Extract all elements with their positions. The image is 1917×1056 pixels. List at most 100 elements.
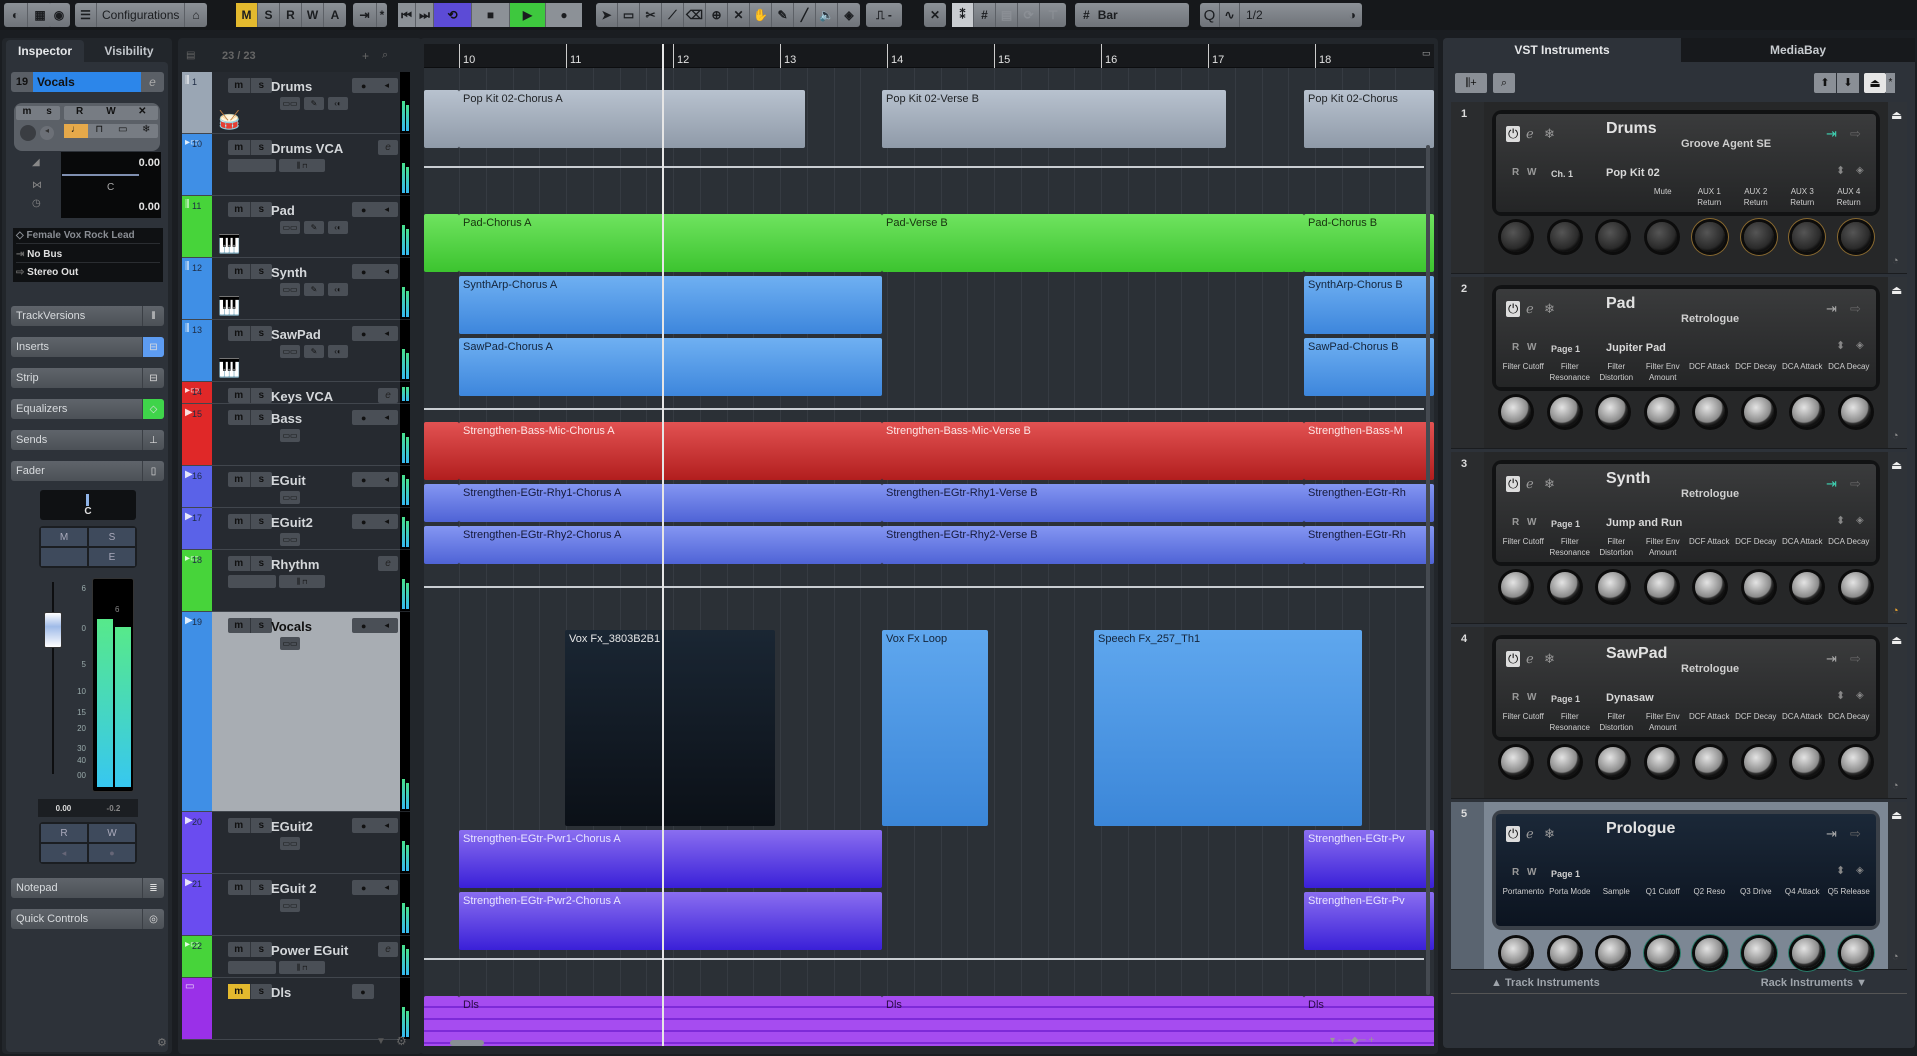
tab-visibility[interactable]: Visibility xyxy=(90,40,168,62)
fader-monitor-icon[interactable]: ◂ xyxy=(41,844,87,862)
track-name[interactable]: Bass xyxy=(271,411,302,426)
folder-part[interactable] xyxy=(424,996,459,1046)
parameter-knob[interactable] xyxy=(1792,747,1823,777)
parameter-knob[interactable] xyxy=(1549,397,1580,427)
edit-instrument-icon[interactable]: ✎ xyxy=(304,283,324,296)
lanes-icon[interactable]: ▭▭ xyxy=(280,345,300,358)
solo-button[interactable]: s xyxy=(251,410,273,425)
record-enable-button[interactable]: ● xyxy=(361,821,366,831)
vca-lock-icon[interactable]: ⫼ ⊓ xyxy=(279,575,325,588)
automation-type-dropdown[interactable]: ⎍ - xyxy=(866,3,902,27)
search-icon[interactable]: ⌕ xyxy=(382,49,388,62)
audio-event[interactable]: Strengthen-EGtr-Pwr2-Chorus A xyxy=(459,892,882,950)
preset-name[interactable]: Jupiter Pad xyxy=(1606,342,1666,354)
quick-controls-focus-icon[interactable]: ◔ xyxy=(1892,605,1899,617)
parameter-knob[interactable] xyxy=(1695,397,1726,427)
monitor-button[interactable]: ◂ xyxy=(384,328,389,339)
audio-event[interactable]: Strengthen-EGtr-Pv xyxy=(1304,892,1434,950)
track-name[interactable]: EGuit xyxy=(271,473,306,488)
monitor-button[interactable]: ◂ xyxy=(384,620,389,631)
parameter-knob[interactable] xyxy=(1743,747,1774,777)
midi-input-icon[interactable]: ⇥ xyxy=(1826,651,1837,667)
parameter-knob[interactable] xyxy=(1549,572,1580,602)
midi-part[interactable]: Pad-Chorus B xyxy=(1304,214,1434,272)
midi-part[interactable]: SawPad-Chorus B xyxy=(1304,338,1434,396)
bypass-icon[interactable]: ✕ xyxy=(127,106,158,120)
cursor-snap-icon[interactable]: ⊤ xyxy=(1040,3,1066,27)
pan-value[interactable]: C xyxy=(107,182,114,193)
parameter-knob[interactable] xyxy=(1792,938,1823,968)
stop-button[interactable]: ■ xyxy=(472,3,510,27)
solo-button[interactable]: s xyxy=(251,618,273,633)
midi-part[interactable] xyxy=(424,90,459,148)
parameter-knob[interactable] xyxy=(1743,938,1774,968)
track-name[interactable]: Vocals xyxy=(33,72,141,92)
record-enable-button[interactable]: ● xyxy=(361,621,366,631)
parameter-knob[interactable] xyxy=(1501,572,1532,602)
erase-tool-icon[interactable]: ⌫ xyxy=(684,3,706,27)
ruler-menu-icon[interactable]: ▭ xyxy=(1422,48,1432,64)
shuffle-icon[interactable]: ⟳ xyxy=(1018,3,1040,27)
audio-event[interactable]: Strengthen-EGtr-Pwr1-Chorus A xyxy=(459,830,882,888)
solo-button[interactable]: s xyxy=(251,202,273,217)
list-icon[interactable]: ☰ xyxy=(75,3,97,27)
track-row[interactable]: ⫼ 1 m s Drums ● ◂ ▭▭ ✎ ‹◐ 🥁 xyxy=(182,72,410,134)
parameter-knob[interactable] xyxy=(1840,572,1871,602)
edit-channel-icon[interactable]: e xyxy=(378,140,398,155)
ruler[interactable]: 10 11 12 13 14 15 16 17 18 xyxy=(424,44,1434,68)
mute-button[interactable]: m xyxy=(228,326,251,341)
record-enable-button[interactable]: ● xyxy=(361,413,366,423)
midi-part[interactable]: SynthArp-Chorus A xyxy=(459,276,882,334)
track-name[interactable]: Keys VCA xyxy=(271,389,333,404)
monitor-button[interactable]: ◂ xyxy=(384,80,389,91)
instrument-routing-icon[interactable]: ‹◐ xyxy=(328,345,348,358)
edit-instrument-icon[interactable]: ℯ xyxy=(1526,826,1534,842)
track-row[interactable]: ▸▭ 14 m s Keys VCA e xyxy=(182,382,410,404)
inspector-settings-icon[interactable]: ⚙ xyxy=(157,1036,167,1049)
freeze-icon[interactable]: ❄ xyxy=(1544,651,1555,667)
freeze-icon[interactable]: ❄ xyxy=(1544,826,1555,842)
line-tool-icon[interactable]: ╱ xyxy=(794,3,816,27)
freeze-icon[interactable]: ❄ xyxy=(1544,126,1555,142)
asterisk-icon[interactable]: * xyxy=(377,3,387,27)
audio-output-icon[interactable]: ⇨ xyxy=(1850,126,1861,142)
midi-part[interactable] xyxy=(424,214,459,272)
horizontal-scrollbar[interactable] xyxy=(450,1040,484,1046)
parameter-knob[interactable] xyxy=(1646,572,1677,602)
collapse-rack-icon[interactable]: ⏏ xyxy=(1891,633,1902,647)
fader-handle[interactable] xyxy=(44,612,62,648)
vca-field[interactable] xyxy=(228,575,276,588)
parameter-knob[interactable] xyxy=(1598,572,1629,602)
preset-browse-icon[interactable]: ⬍ xyxy=(1836,339,1845,352)
monitor-button[interactable]: ◂ xyxy=(384,882,389,893)
configurations-dropdown[interactable]: Configurations xyxy=(97,3,185,27)
solo-button[interactable]: s xyxy=(251,472,273,487)
lanes-icon[interactable]: ▭▭ xyxy=(280,533,300,546)
parameter-knob[interactable] xyxy=(1598,397,1629,427)
quick-controls-focus-icon[interactable]: ◔ xyxy=(1892,255,1899,267)
solo-button[interactable]: s xyxy=(251,388,273,403)
zoom-tool-icon[interactable]: ⊕ xyxy=(706,3,728,27)
track-row[interactable]: ⫼ 12 m s Synth ● ◂ ▭▭ ✎ ‹◐ 🎹 xyxy=(182,258,410,320)
audio-event[interactable] xyxy=(424,526,459,564)
midi-part[interactable]: SynthArp-Chorus B xyxy=(1304,276,1434,334)
go-to-end-icon[interactable]: ⏭ xyxy=(416,3,434,27)
parameter-knob[interactable] xyxy=(1598,222,1629,252)
cycle-button[interactable]: ⟲ xyxy=(434,3,472,27)
midi-input-icon[interactable]: ⇥ xyxy=(1826,826,1837,842)
volume-value[interactable]: 0.00 xyxy=(120,157,160,169)
add-instrument-button[interactable]: ⫼+ xyxy=(1455,73,1487,93)
solo-button[interactable]: s xyxy=(251,942,273,957)
grid-icon[interactable]: # xyxy=(974,3,996,27)
edit-instrument-icon[interactable]: ℯ xyxy=(1526,651,1534,667)
preset-tag-icon[interactable]: ◈ xyxy=(1856,515,1864,526)
edit-instrument-icon[interactable]: ℯ xyxy=(1526,126,1534,142)
preset-name[interactable]: Dynasaw xyxy=(1606,692,1654,704)
quantize-button[interactable]: Q xyxy=(1200,3,1220,27)
power-icon[interactable]: ⏻ xyxy=(1506,301,1521,317)
track-name[interactable]: EGuit 2 xyxy=(271,881,317,896)
vca-automation-line[interactable] xyxy=(424,586,1424,588)
mute-tool-icon[interactable]: ✕ xyxy=(728,3,750,27)
solo-button[interactable]: s xyxy=(251,818,273,833)
rack-instruments-toggle[interactable]: Rack Instruments ▼ xyxy=(1761,977,1867,989)
